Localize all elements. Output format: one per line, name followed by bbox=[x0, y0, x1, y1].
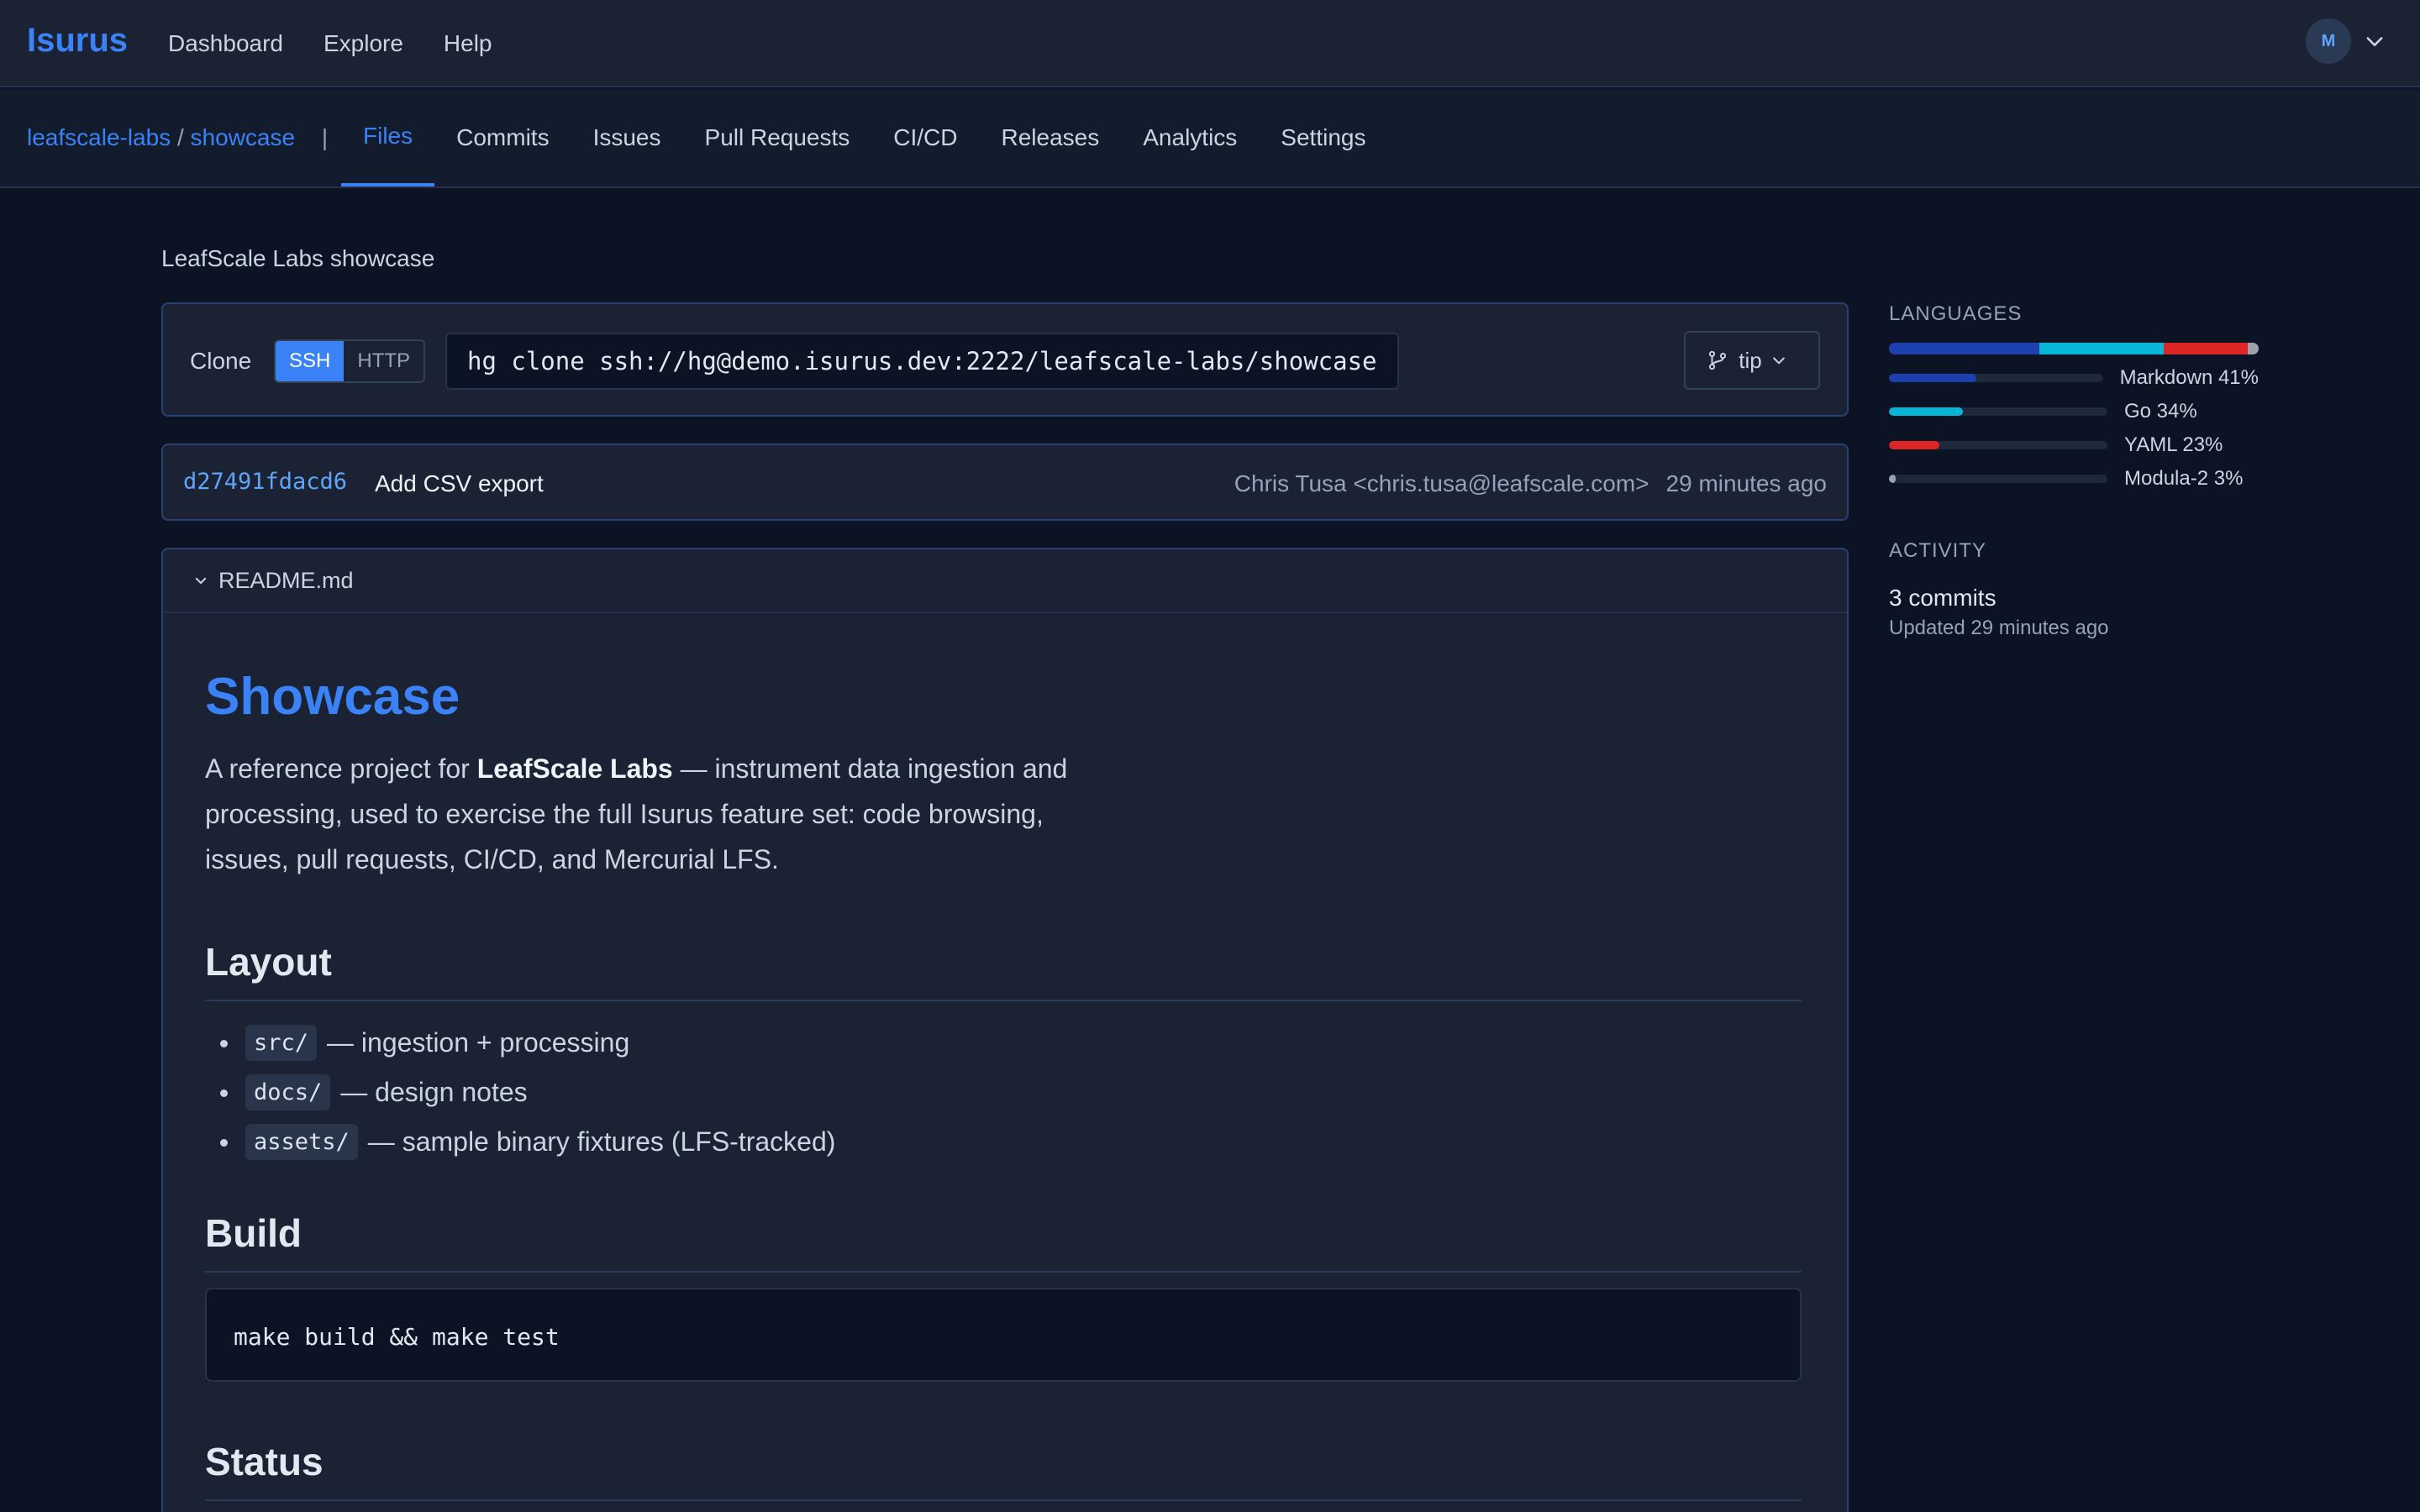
protocol-ssh-button[interactable]: SSH bbox=[276, 341, 345, 381]
layout-heading: Layout bbox=[205, 939, 1802, 1001]
repo-navbar: leafscale-labs / showcase | Files Commit… bbox=[0, 89, 2420, 188]
build-heading: Build bbox=[205, 1210, 1802, 1273]
inline-code: src/ bbox=[245, 1025, 318, 1061]
list-item-text: — sample binary fixtures (LFS-tracked) bbox=[367, 1126, 836, 1157]
commit-time: 29 minutes ago bbox=[1665, 470, 1827, 496]
inline-code: docs/ bbox=[245, 1074, 331, 1110]
readme-content: Showcase A reference project for LeafSca… bbox=[205, 664, 1802, 1501]
protocol-toggle: SSH HTTP bbox=[274, 339, 426, 383]
languages-title: LANGUAGES bbox=[1889, 302, 2023, 325]
nav-explore[interactable]: Explore bbox=[324, 30, 403, 57]
commit-meta: Chris Tusa <chris.tusa@leafscale.com> 29 … bbox=[1234, 470, 1827, 497]
language-track bbox=[1889, 441, 2107, 449]
language-track bbox=[1889, 407, 2107, 416]
language-row: Modula-2 3% bbox=[1889, 462, 2259, 496]
tab-commits[interactable]: Commits bbox=[434, 89, 571, 186]
commit-hash-link[interactable]: d27491fdacd6 bbox=[183, 469, 347, 495]
list-item: assets/ — sample binary fixtures (LFS-tra… bbox=[205, 1117, 1802, 1167]
language-fill bbox=[1889, 374, 1977, 382]
nav-help[interactable]: Help bbox=[444, 30, 492, 57]
list-item: docs/ — design notes bbox=[205, 1068, 1802, 1117]
tab-releases[interactable]: Releases bbox=[980, 89, 1122, 186]
breadcrumb: leafscale-labs / showcase | bbox=[27, 124, 328, 151]
repo-tabs: Files Commits Issues Pull Requests CI/CD… bbox=[341, 89, 1387, 186]
build-code-block: make build && make test bbox=[205, 1288, 1802, 1382]
language-label: Modula-2 3% bbox=[2124, 467, 2244, 490]
list-item: src/ — ingestion + processing bbox=[205, 1018, 1802, 1068]
tab-ci-cd[interactable]: CI/CD bbox=[871, 89, 979, 186]
commit-message[interactable]: Add CSV export bbox=[375, 470, 544, 497]
top-navbar: Isurus Dashboard Explore Help M bbox=[0, 0, 2420, 87]
list-item-text: — design notes bbox=[340, 1077, 528, 1107]
nav-dashboard[interactable]: Dashboard bbox=[168, 30, 283, 57]
language-bar-segment bbox=[2247, 343, 2259, 354]
readme-intro: A reference project for LeafScale Labs —… bbox=[205, 746, 1113, 882]
language-bar bbox=[1889, 343, 2259, 354]
language-label: YAML 23% bbox=[2124, 433, 2223, 456]
breadcrumb-owner[interactable]: leafscale-labs bbox=[27, 124, 171, 150]
latest-commit: d27491fdacd6 Add CSV export Chris Tusa <… bbox=[161, 444, 1849, 521]
brand-logo[interactable]: Isurus bbox=[27, 22, 128, 60]
repo-sidebar: LANGUAGES Markdown 41% Go 34% YAML 23% M… bbox=[1889, 302, 2259, 640]
tab-analytics[interactable]: Analytics bbox=[1121, 89, 1259, 186]
language-fill bbox=[1889, 441, 1939, 449]
language-label: Go 34% bbox=[2124, 400, 2197, 423]
language-row: Go 34% bbox=[1889, 395, 2259, 428]
clone-url-field[interactable]: hg clone ssh://hg@demo.isurus.dev:2222/l… bbox=[445, 333, 1399, 390]
language-bar-segment bbox=[1889, 343, 2039, 354]
chevron-down-icon[interactable] bbox=[2363, 29, 2386, 53]
chevron-down-icon[interactable] bbox=[193, 573, 208, 588]
repo-description: LeafScale Labs showcase bbox=[161, 245, 435, 271]
breadcrumb-separator: / bbox=[176, 124, 184, 150]
branch-selector[interactable]: tip bbox=[1684, 331, 1820, 390]
breadcrumb-repo[interactable]: showcase bbox=[191, 124, 296, 150]
tab-files[interactable]: Files bbox=[341, 89, 435, 186]
last-updated: Updated 29 minutes ago bbox=[1889, 617, 2109, 639]
commit-author: Chris Tusa <chris.tusa@leafscale.com> bbox=[1234, 470, 1649, 496]
language-row: Markdown 41% bbox=[1889, 361, 2259, 395]
inline-code: assets/ bbox=[245, 1124, 358, 1160]
tab-pull-requests[interactable]: Pull Requests bbox=[683, 89, 872, 186]
readme-header[interactable]: README.md bbox=[163, 549, 1847, 613]
language-list: Markdown 41% Go 34% YAML 23% Modula-2 3% bbox=[1889, 361, 2259, 496]
breadcrumb-divider: | bbox=[321, 124, 329, 150]
branch-name: tip bbox=[1739, 347, 1762, 373]
tab-settings[interactable]: Settings bbox=[1259, 89, 1387, 186]
top-nav: Dashboard Explore Help bbox=[168, 30, 533, 57]
readme-title: Showcase bbox=[205, 668, 460, 726]
chevron-down-icon bbox=[1772, 357, 1785, 365]
language-bar-segment bbox=[2163, 343, 2248, 354]
language-track bbox=[1889, 374, 2103, 382]
activity-title: ACTIVITY bbox=[1889, 539, 1987, 562]
intro-prefix: A reference project for bbox=[205, 753, 477, 784]
language-bar-segment bbox=[2039, 343, 2164, 354]
branch-icon bbox=[1709, 350, 1727, 370]
language-label: Markdown 41% bbox=[2119, 366, 2259, 389]
readme-panel: README.md Showcase A reference project f… bbox=[161, 548, 1849, 1512]
language-track bbox=[1889, 475, 2107, 483]
readme-filename: README.md bbox=[218, 568, 354, 593]
clone-label: Clone bbox=[190, 348, 252, 374]
language-fill bbox=[1889, 475, 1896, 483]
language-row: YAML 23% bbox=[1889, 428, 2259, 462]
commit-count-link[interactable]: 3 commits bbox=[1889, 585, 2259, 612]
list-item-text: — ingestion + processing bbox=[327, 1027, 630, 1058]
layout-list: src/ — ingestion + processing docs/ — desi… bbox=[205, 1018, 1802, 1167]
language-fill bbox=[1889, 407, 1964, 416]
intro-bold: LeafScale Labs bbox=[476, 753, 673, 784]
tab-issues[interactable]: Issues bbox=[571, 89, 683, 186]
status-heading: Status bbox=[205, 1439, 1802, 1501]
clone-panel: Clone SSH HTTP hg clone ssh://hg@demo.is… bbox=[161, 302, 1849, 417]
avatar[interactable]: M bbox=[2306, 18, 2351, 64]
protocol-http-button[interactable]: HTTP bbox=[344, 341, 424, 381]
user-menu[interactable]: M bbox=[2306, 18, 2386, 64]
